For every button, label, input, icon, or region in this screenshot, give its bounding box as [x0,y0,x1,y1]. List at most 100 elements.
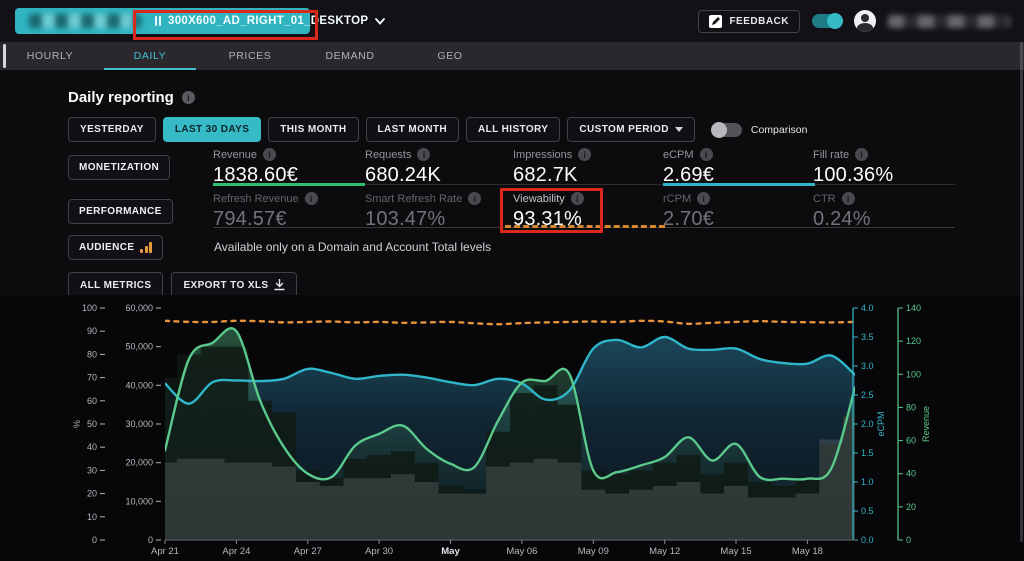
info-icon[interactable]: i [699,148,713,161]
svg-text:May 12: May 12 [649,546,680,557]
svg-text:0: 0 [906,535,911,545]
info-icon[interactable]: i [578,148,592,161]
period-allhistory-button[interactable]: ALL HISTORY [466,117,561,142]
svg-text:20,000: 20,000 [125,458,153,468]
svg-text:100: 100 [906,369,921,379]
svg-text:Apr 30: Apr 30 [365,546,393,557]
svg-text:1.0: 1.0 [861,477,874,487]
svg-text:100: 100 [82,303,97,313]
metric-revenue: Revenue i 1838.60€ [213,148,299,186]
metric-ecpm: eCPM i 2.69€ [663,148,715,186]
tab-daily[interactable]: DAILY [100,42,200,70]
audience-label: AUDIENCE [79,242,135,253]
svg-text:Apr 24: Apr 24 [222,546,250,557]
svg-text:Revenue: Revenue [921,406,931,442]
svg-text:2.0: 2.0 [861,419,874,429]
tab-hourly[interactable]: HOURLY [0,42,100,70]
svg-text:Apr 21: Apr 21 [151,546,179,557]
svg-text:40: 40 [87,442,97,452]
period-last30days-button[interactable]: LAST 30 DAYS [162,117,262,142]
svg-text:60: 60 [906,436,916,446]
svg-text:0.0: 0.0 [861,535,874,545]
svg-text:%: % [72,420,82,428]
svg-text:0: 0 [92,535,97,545]
metric-rcpm: rCPM i 2.70€ [663,192,715,230]
bar-chart-icon [140,242,153,253]
svg-text:60,000: 60,000 [125,303,153,313]
site-name-redacted [29,14,141,28]
svg-text:eCPM: eCPM [876,411,886,436]
svg-text:60: 60 [87,396,97,406]
export-label: EXPORT TO XLS [183,279,269,291]
caret-down-icon [674,127,683,132]
daily-reporting-dashboard: 300X600_AD_RIGHT_01_DESKTOP FEEDBACK HOU… [0,0,1024,561]
svg-text:10,000: 10,000 [125,496,153,506]
page-title-row: Daily reporting i [68,89,195,106]
svg-text:20: 20 [906,502,916,512]
page-title: Daily reporting [68,89,174,106]
info-icon[interactable]: i [181,91,195,104]
svg-text:140: 140 [906,303,921,313]
svg-text:50,000: 50,000 [125,342,153,352]
audience-availability-message: Available only on a Domain and Account T… [214,240,492,254]
svg-text:May 06: May 06 [506,546,537,557]
period-custom-button[interactable]: CUSTOM PERIOD [567,117,695,142]
svg-text:0.5: 0.5 [861,506,874,516]
svg-text:20: 20 [87,489,97,499]
svg-text:May 09: May 09 [578,546,609,557]
comparison-toggle[interactable] [710,121,742,138]
info-icon[interactable]: i [855,148,869,161]
annotation-box-ad-unit [133,10,318,40]
svg-text:May 18: May 18 [792,546,823,557]
svg-text:1.5: 1.5 [861,448,874,458]
metric-smart-refresh-rate: Smart Refresh Rate i 103.47% [365,192,515,231]
info-icon[interactable]: i [841,192,855,205]
monetization-button[interactable]: MONETIZATION [68,155,171,180]
feedback-pencil-icon [709,14,723,28]
svg-text:120: 120 [906,336,921,346]
annotation-box-viewability [500,188,603,233]
info-icon[interactable]: i [468,192,482,205]
svg-text:2.5: 2.5 [861,390,874,400]
svg-text:30,000: 30,000 [125,419,153,429]
audience-button[interactable]: AUDIENCE [68,235,164,260]
metric-fillrate: Fill rate i 100.36% [813,148,894,186]
download-icon [274,279,286,291]
daily-combo-chart: 0 10 20 30 40 50 60 70 80 90 100% 0 10,000 20,000 30,0… [0,295,1024,561]
info-icon[interactable]: i [697,192,711,205]
comparison-label: Comparison [750,123,808,136]
svg-text:30: 30 [87,465,97,475]
info-icon[interactable]: i [304,192,318,205]
info-icon[interactable]: i [417,148,431,161]
period-yesterday-button[interactable]: YESTERDAY [68,117,156,142]
report-tabs: HOURLY DAILY PRICES DEMAND GEO [0,42,1024,70]
user-avatar-icon[interactable] [854,10,876,32]
metric-requests: Requests i 680.24K [365,148,441,186]
metric-ctr: CTR i 0.24% [813,192,871,230]
metric-impressions: Impressions i 682.7K [513,148,663,187]
performance-button[interactable]: PERFORMANCE [68,199,173,224]
info-icon[interactable]: i [263,148,277,161]
svg-text:Apr 27: Apr 27 [294,546,322,557]
svg-text:3.5: 3.5 [861,332,874,342]
svg-text:50: 50 [87,419,97,429]
period-selector-row: YESTERDAY LAST 30 DAYS THIS MONTH LAST M… [68,117,807,142]
tab-prices[interactable]: PRICES [200,42,300,70]
tab-demand[interactable]: DEMAND [300,42,400,70]
feedback-label: FEEDBACK [729,15,789,27]
svg-text:0: 0 [148,535,153,545]
svg-text:10: 10 [87,512,97,522]
tab-geo[interactable]: GEO [400,42,500,70]
svg-text:40,000: 40,000 [125,380,153,390]
period-lastmonth-button[interactable]: LAST MONTH [365,117,460,142]
svg-text:40: 40 [906,469,916,479]
svg-text:90: 90 [87,326,97,336]
svg-text:70: 70 [87,373,97,383]
page-scrollbar[interactable] [1020,42,1023,542]
theme-toggle[interactable] [812,13,843,29]
user-name-redacted [888,14,1010,28]
period-thismonth-button[interactable]: THIS MONTH [268,117,359,142]
svg-text:May 15: May 15 [720,546,751,557]
svg-text:4.0: 4.0 [861,303,874,313]
feedback-button[interactable]: FEEDBACK [698,9,800,33]
